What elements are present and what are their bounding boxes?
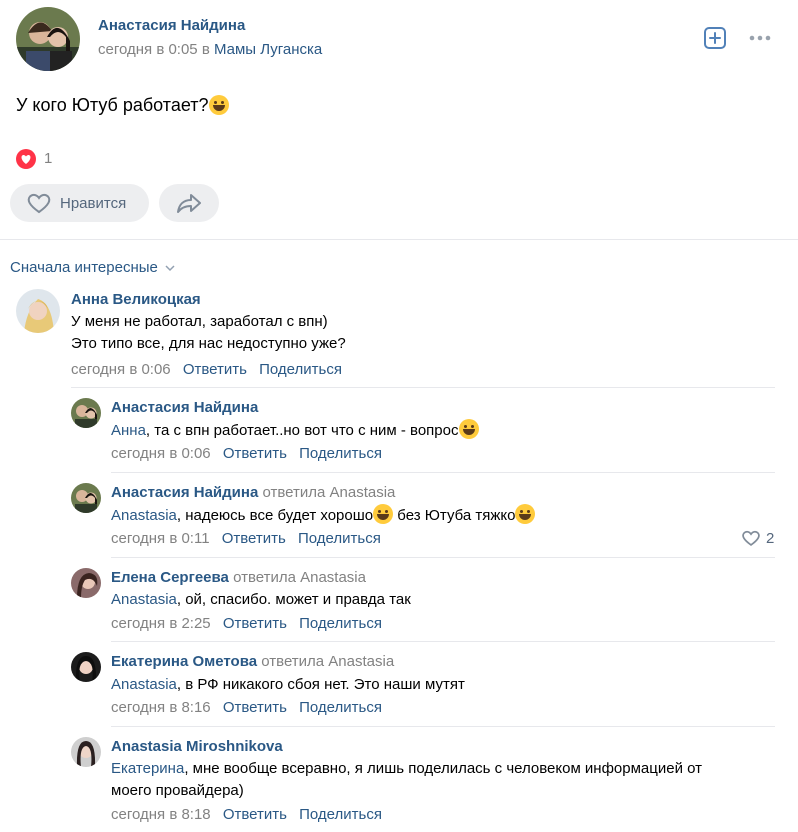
- post-group-link[interactable]: Мамы Луганска: [214, 41, 322, 58]
- reply-reply-button[interactable]: Ответить: [222, 530, 286, 547]
- reply-author-name[interactable]: Anastasia Miroshnikova: [111, 738, 283, 755]
- reply-meta: сегодня в 8:16 Ответить Поделиться: [111, 699, 390, 716]
- sweat-smile-emoji-icon: [373, 504, 394, 524]
- reply-text-content: , надеюсь все будет хорошо: [176, 507, 374, 524]
- post-time[interactable]: сегодня в 0:05: [98, 41, 198, 58]
- reply-meta: сегодня в 0:11 Ответить Поделиться: [111, 530, 389, 547]
- post-divider: [0, 239, 798, 240]
- reply-time[interactable]: сегодня в 2:25: [111, 615, 211, 632]
- reply-text: Екатерина, мне вообще всеравно, я лишь п…: [111, 758, 702, 780]
- reply-meta: сегодня в 0:06 Ответить Поделиться: [111, 445, 390, 462]
- reply-mention-link[interactable]: Анна: [111, 422, 146, 439]
- reply-share-button[interactable]: Поделиться: [299, 806, 382, 823]
- reply-mention-link[interactable]: Екатерина: [111, 760, 184, 777]
- reply-text: Anastasia, надеюсь все будет хорошо без …: [111, 504, 536, 527]
- post-in-word: в: [201, 41, 210, 58]
- comments-sort-dropdown[interactable]: Сначала интересные: [10, 259, 175, 276]
- reply-text: Анна, та с впн работает..но вот что с ни…: [111, 419, 479, 442]
- reply-header: Елена Сергеева ответила Anastasia: [111, 569, 366, 586]
- reply-divider: [111, 557, 775, 558]
- reply-author-name[interactable]: Анастасия Найдина: [111, 399, 258, 416]
- reply-reply-button[interactable]: Ответить: [223, 445, 287, 462]
- share-button[interactable]: [159, 184, 219, 222]
- comments-sort-label: Сначала интересные: [10, 259, 158, 276]
- add-to-bookmarks-icon[interactable]: [704, 27, 726, 49]
- chevron-down-icon: [165, 265, 175, 272]
- reply-reply-button[interactable]: Ответить: [223, 699, 287, 716]
- reply-like-button[interactable]: 2: [741, 529, 774, 547]
- heart-outline-icon: [27, 193, 51, 214]
- reply-author-avatar[interactable]: [71, 398, 101, 428]
- reply-text-content: , мне вообще всеравно, я лишь поделилась…: [184, 760, 703, 777]
- more-options-icon[interactable]: [748, 30, 772, 46]
- post-meta: сегодня в 0:05 в Мамы Луганска: [98, 41, 322, 58]
- reply-reply-button[interactable]: Ответить: [223, 806, 287, 823]
- reply-share-button[interactable]: Поделиться: [299, 445, 382, 462]
- comment-author-name[interactable]: Анна Великоцкая: [71, 291, 201, 308]
- heart-reaction-icon[interactable]: [16, 149, 36, 169]
- reply-reply-button[interactable]: Ответить: [223, 615, 287, 632]
- reply-author-name[interactable]: Екатерина Ометова: [111, 653, 257, 670]
- reply-time[interactable]: сегодня в 8:16: [111, 699, 211, 716]
- reply-meta: сегодня в 8:18 Ответить Поделиться: [111, 806, 390, 823]
- reply-replied-to[interactable]: ответила Anastasia: [262, 484, 395, 501]
- comment-text-line-2: Это типо все, для нас недоступно уже?: [71, 335, 346, 352]
- reply-header: Екатерина Ометова ответила Anastasia: [111, 653, 394, 670]
- reply-time[interactable]: сегодня в 0:06: [111, 445, 211, 462]
- reply-like-count: 2: [766, 529, 775, 547]
- reply-time[interactable]: сегодня в 8:18: [111, 806, 211, 823]
- comment-meta: сегодня в 0:06 Ответить Поделиться: [71, 361, 350, 378]
- reactions-count[interactable]: 1: [44, 150, 52, 167]
- comment-author-avatar[interactable]: [16, 289, 60, 333]
- reply-share-button[interactable]: Поделиться: [299, 699, 382, 716]
- reply-author-avatar[interactable]: [71, 483, 101, 513]
- grinning-emoji-icon: [458, 419, 479, 439]
- like-button-label: Нравится: [60, 194, 127, 212]
- reply-mention-link[interactable]: Anastasia: [111, 676, 177, 693]
- reply-divider: [111, 472, 775, 473]
- comment-share-button[interactable]: Поделиться: [259, 361, 342, 378]
- reply-text-content-2: без Ютуба тяжко: [393, 507, 516, 524]
- reply-time[interactable]: сегодня в 0:11: [111, 530, 210, 547]
- reply-divider: [111, 726, 775, 727]
- post-text: У кого Ютуб работает?: [16, 95, 229, 116]
- tears-of-joy-emoji-icon: [515, 504, 536, 524]
- comment-time[interactable]: сегодня в 0:06: [71, 361, 171, 378]
- comment-text-line-1: У меня не работал, заработал с впн): [71, 313, 328, 330]
- post-text-content: У кого Ютуб работает?: [16, 95, 209, 115]
- heart-outline-icon: [742, 530, 760, 546]
- reply-replied-to[interactable]: ответила Anastasia: [261, 653, 394, 670]
- reply-text-content: , та с впн работает..но вот что с ним - …: [145, 422, 459, 439]
- comment-reply-button[interactable]: Ответить: [183, 361, 247, 378]
- reply-share-button[interactable]: Поделиться: [298, 530, 381, 547]
- sweat-smile-emoji-icon: [208, 95, 229, 115]
- reply-author-avatar[interactable]: [71, 568, 101, 598]
- reply-text: Anastasia, ой, спасибо. может и правда т…: [111, 589, 411, 611]
- reply-author-name[interactable]: Елена Сергеева: [111, 569, 229, 586]
- reply-author-avatar[interactable]: [71, 652, 101, 682]
- reply-mention-link[interactable]: Anastasia: [111, 591, 177, 608]
- reply-replied-to[interactable]: ответила Anastasia: [233, 569, 366, 586]
- share-arrow-icon: [177, 194, 201, 213]
- reply-divider: [111, 641, 775, 642]
- post-author-avatar[interactable]: [16, 7, 80, 71]
- reply-text-line-2: моего провайдера): [111, 782, 244, 799]
- reply-author-name[interactable]: Анастасия Найдина: [111, 484, 258, 501]
- reply-share-button[interactable]: Поделиться: [299, 615, 382, 632]
- reply-meta: сегодня в 2:25 Ответить Поделиться: [111, 615, 390, 632]
- like-button[interactable]: Нравится: [10, 184, 149, 222]
- reply-mention-link[interactable]: Anastasia: [111, 507, 177, 524]
- reply-header: Анастасия Найдина ответила Anastasia: [111, 484, 395, 501]
- reply-author-avatar[interactable]: [71, 737, 101, 767]
- reply-text: Anastasia, в РФ никакого сбоя нет. Это н…: [111, 674, 465, 696]
- reply-text-content: , в РФ никакого сбоя нет. Это наши мутят: [176, 676, 465, 693]
- reply-text-content: , ой, спасибо. может и правда так: [176, 591, 411, 608]
- comment-divider: [71, 387, 775, 388]
- post-author-name[interactable]: Анастасия Найдина: [98, 17, 245, 34]
